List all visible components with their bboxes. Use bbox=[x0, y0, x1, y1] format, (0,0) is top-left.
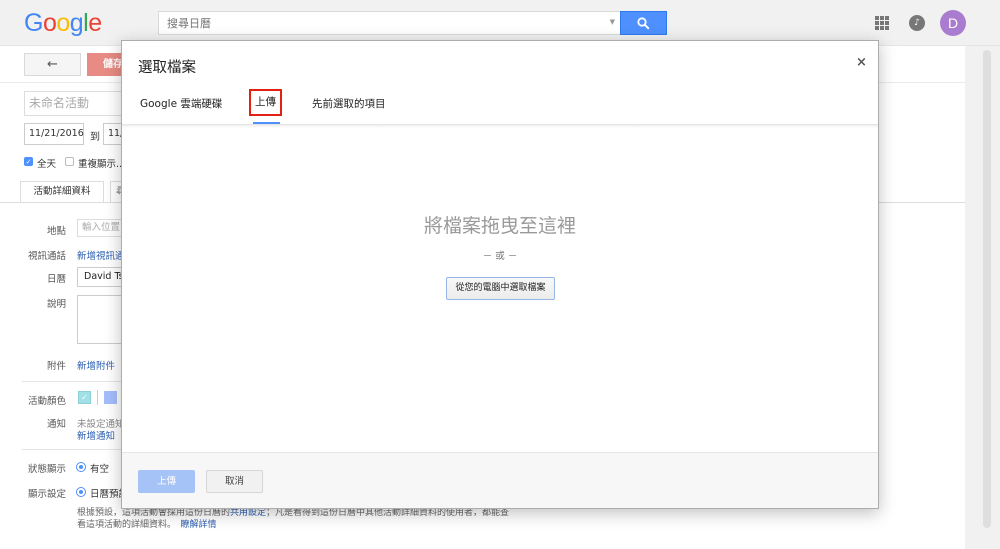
visibility-default-radio[interactable] bbox=[76, 487, 86, 497]
status-free-label: 有空 bbox=[90, 464, 110, 475]
logo-letter-o2: o bbox=[56, 9, 70, 37]
apps-grid-icon[interactable] bbox=[875, 16, 889, 30]
choose-file-button[interactable]: 從您的電腦中選取檔案 bbox=[446, 277, 555, 300]
tab-upload[interactable]: 上傳 bbox=[249, 89, 282, 116]
tab-event-details[interactable]: 活動詳細資料 bbox=[20, 181, 104, 203]
notifications-bell-icon[interactable]: ♪ bbox=[909, 15, 925, 31]
description-textarea[interactable] bbox=[77, 295, 123, 344]
sharing-note: 根據預設，這項活動會採用這份日曆的共用設定；凡是看得到這份日曆中其他活動詳細資料… bbox=[77, 507, 517, 531]
avatar[interactable]: D bbox=[940, 10, 966, 36]
calendar-select[interactable]: David Tseng bbox=[77, 267, 123, 287]
logo-letter-e: e bbox=[88, 9, 102, 37]
add-attachment-link[interactable]: 新增附件 bbox=[77, 358, 123, 372]
visibility-default-label: 日曆預設 bbox=[90, 489, 123, 500]
or-separator: － 或 － bbox=[482, 251, 518, 262]
tab-recently-selected[interactable]: 先前選取的項目 bbox=[312, 96, 386, 111]
start-date-input[interactable]: 11/21/2016 bbox=[24, 123, 84, 145]
color-swatch-default[interactable]: ✓ bbox=[78, 391, 91, 404]
file-picker-dialog: 選取檔案 × Google 雲端硬碟 上傳 先前選取的項目 將檔案拖曳至這裡 －… bbox=[121, 40, 879, 509]
repeat-checkbox[interactable] bbox=[65, 157, 74, 166]
drop-zone-heading: 將檔案拖曳至這裡 bbox=[423, 215, 576, 237]
form-divider bbox=[22, 449, 123, 450]
learn-more-link[interactable]: 瞭解詳情 bbox=[181, 520, 217, 530]
all-day-label: 全天 bbox=[37, 159, 57, 170]
status-free-radio[interactable] bbox=[76, 462, 86, 472]
google-logo[interactable]: Google bbox=[24, 9, 102, 38]
color-divider bbox=[97, 390, 98, 405]
status-label: 狀態顯示 bbox=[27, 464, 66, 475]
dialog-title: 選取檔案 bbox=[138, 60, 196, 76]
scrollbar-thumb[interactable] bbox=[983, 50, 991, 528]
search-icon bbox=[637, 16, 650, 30]
cancel-button[interactable]: 取消 bbox=[206, 470, 263, 493]
notification-label: 通知 bbox=[46, 419, 66, 430]
all-day-checkbox[interactable]: ✓ bbox=[24, 157, 33, 166]
description-label: 說明 bbox=[46, 299, 66, 310]
repeat-label: 重複顯示... bbox=[78, 159, 123, 170]
sharing-settings-link[interactable]: 共用設定 bbox=[230, 508, 266, 518]
event-color-label: 活動顏色 bbox=[27, 396, 66, 407]
search-input[interactable] bbox=[159, 12, 599, 34]
logo-letter-o1: o bbox=[42, 9, 57, 37]
video-call-label: 視訊通話 bbox=[27, 251, 66, 262]
form-divider bbox=[22, 381, 123, 382]
visibility-label: 顯示設定 bbox=[27, 489, 66, 500]
search-button[interactable] bbox=[620, 11, 667, 35]
search-options-dropdown-icon[interactable]: ▼ bbox=[610, 18, 615, 26]
date-range-to-label: 到 bbox=[90, 132, 100, 143]
logo-letter-g2: g bbox=[69, 9, 84, 37]
back-button[interactable]: ← bbox=[24, 53, 81, 76]
upload-button[interactable]: 上傳 bbox=[138, 470, 195, 493]
add-notification-link[interactable]: 新增通知 bbox=[77, 428, 123, 442]
tab-google-drive[interactable]: Google 雲端硬碟 bbox=[140, 96, 222, 111]
calendar-label: 日曆 bbox=[46, 274, 66, 285]
logo-letter-g1: G bbox=[24, 9, 43, 37]
color-swatch-blue[interactable] bbox=[104, 391, 117, 404]
location-label: 地點 bbox=[46, 226, 66, 237]
search-box: ▼ bbox=[158, 11, 621, 35]
location-input[interactable]: 輸入位置 bbox=[77, 219, 123, 237]
end-date-input[interactable]: 11/21/2016 bbox=[103, 123, 123, 145]
dialog-tabs-shadow bbox=[122, 125, 878, 128]
sharing-note-prefix: 根據預設，這項活動會採用這份日曆的 bbox=[77, 508, 231, 518]
add-video-call-link[interactable]: 新增視訊通話 bbox=[77, 248, 123, 262]
attachment-label: 附件 bbox=[46, 361, 66, 372]
close-button[interactable]: × bbox=[856, 55, 867, 70]
event-title-input[interactable]: 未命名活動 bbox=[24, 91, 124, 116]
